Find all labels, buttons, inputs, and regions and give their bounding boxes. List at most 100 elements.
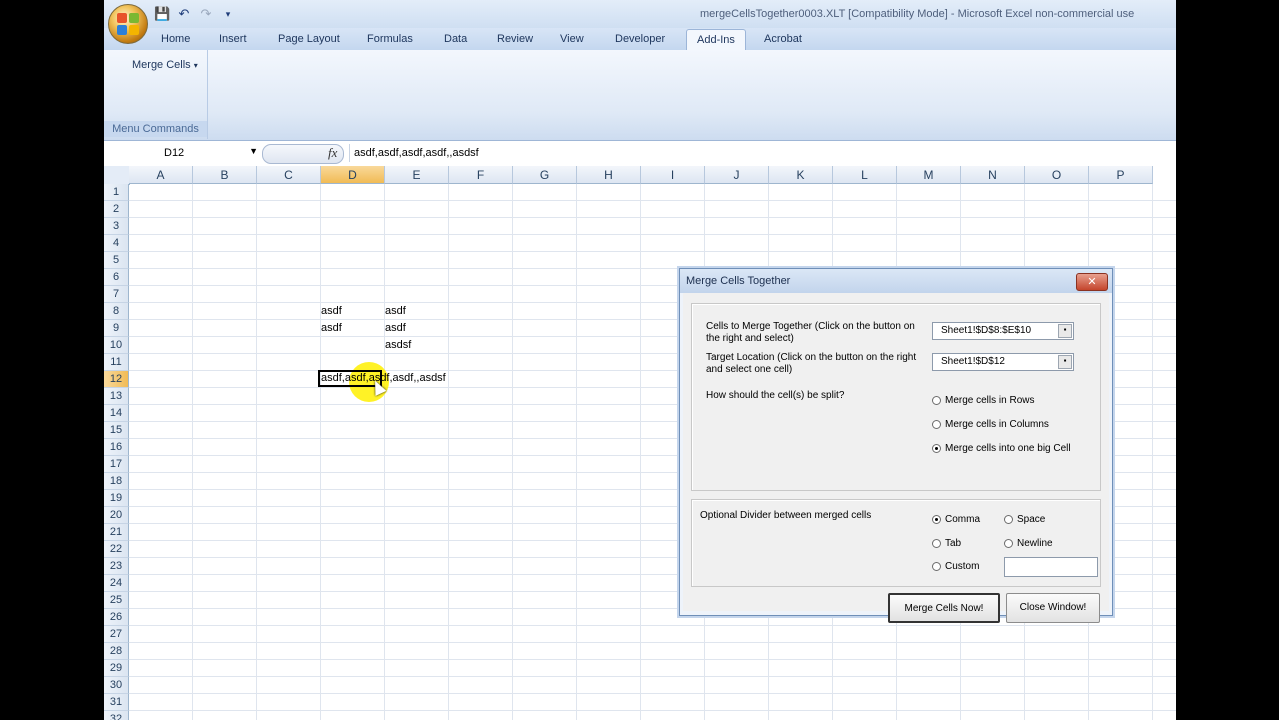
row-header-17[interactable]: 17 [104,456,129,473]
column-header-g[interactable]: G [513,166,577,184]
merge-cells-menu-button[interactable]: Merge Cells ▾ [132,59,198,71]
redo-icon[interactable]: ↷ [198,6,214,22]
row-header-22[interactable]: 22 [104,541,129,558]
close-window-button[interactable]: Close Window! [1006,593,1100,623]
tab-acrobat[interactable]: Acrobat [764,33,802,45]
row-header-5[interactable]: 5 [104,252,129,269]
column-header-d[interactable]: D [321,166,385,184]
tab-review[interactable]: Review [497,33,533,45]
select-target-button[interactable]: ▪ [1058,355,1072,369]
tab-add-ins[interactable]: Add-Ins [686,29,746,50]
tab-developer[interactable]: Developer [615,33,665,45]
divider-frame: Optional Divider between merged cells Co… [691,499,1101,587]
row-header-14[interactable]: 14 [104,405,129,422]
column-header-p[interactable]: P [1089,166,1153,184]
row-header-30[interactable]: 30 [104,677,129,694]
column-header-k[interactable]: K [769,166,833,184]
tab-formulas[interactable]: Formulas [367,33,413,45]
row-header-28[interactable]: 28 [104,643,129,660]
row-header-25[interactable]: 25 [104,592,129,609]
cell-e10[interactable]: asdsf [382,337,411,354]
row-header-6[interactable]: 6 [104,269,129,286]
close-icon[interactable]: ✕ [1076,273,1108,291]
column-header-n[interactable]: N [961,166,1025,184]
column-header-b[interactable]: B [193,166,257,184]
radio-comma[interactable]: Comma [932,514,980,525]
cell-d8[interactable]: asdf [318,303,342,320]
row-header-24[interactable]: 24 [104,575,129,592]
name-box[interactable]: D12 ▼ [108,144,258,162]
column-header-o[interactable]: O [1025,166,1089,184]
row-gridline [129,625,1176,626]
tab-home[interactable]: Home [161,33,190,45]
row-header-31[interactable]: 31 [104,694,129,711]
column-header-a[interactable]: A [129,166,193,184]
row-header-9[interactable]: 9 [104,320,129,337]
tab-insert[interactable]: Insert [219,33,247,45]
row-header-12[interactable]: 12 [104,371,129,388]
row-header-10[interactable]: 10 [104,337,129,354]
radio-merge-rows[interactable]: Merge cells in Rows [932,395,1034,406]
radio-custom[interactable]: Custom [932,561,979,572]
row-header-7[interactable]: 7 [104,286,129,303]
radio-tab[interactable]: Tab [932,538,961,549]
save-icon[interactable]: 💾 [154,6,170,22]
row-header-3[interactable]: 3 [104,218,129,235]
row-header-20[interactable]: 20 [104,507,129,524]
formula-input[interactable]: asdf,asdf,asdf,asdf,,asdsf [349,144,1174,162]
select-all-corner[interactable] [104,166,130,185]
customize-qat-icon[interactable]: ▾ [220,6,236,22]
cell-d12[interactable]: asdf,asdf,asdf,asdf,,asdsf [318,370,446,387]
row-header-15[interactable]: 15 [104,422,129,439]
tab-data[interactable]: Data [444,33,467,45]
cell-e8[interactable]: asdf [382,303,406,320]
column-header-h[interactable]: H [577,166,641,184]
column-header-c[interactable]: C [257,166,321,184]
function-icon[interactable]: fx [328,145,337,161]
row-header-19[interactable]: 19 [104,490,129,507]
radio-merge-one-cell[interactable]: Merge cells into one big Cell [932,443,1071,454]
row-header-8[interactable]: 8 [104,303,129,320]
select-range-button[interactable]: ▪ [1058,324,1072,338]
cell-d9[interactable]: asdf [318,320,342,337]
row-header-23[interactable]: 23 [104,558,129,575]
cells-to-merge-input[interactable]: Sheet1!$D$8:$E$10 ▪ [932,322,1074,340]
tab-page-layout[interactable]: Page Layout [278,33,340,45]
row-header-29[interactable]: 29 [104,660,129,677]
chevron-down-icon[interactable]: ▼ [249,146,258,156]
cell-e9[interactable]: asdf [382,320,406,337]
column-gridline [1152,184,1153,720]
row-header-32[interactable]: 32 [104,711,129,720]
column-header-f[interactable]: F [449,166,513,184]
column-header-e[interactable]: E [385,166,449,184]
row-header-1[interactable]: 1 [104,184,129,201]
radio-merge-columns[interactable]: Merge cells in Columns [932,419,1049,430]
worksheet-grid[interactable]: ABCDEFGHIJKLMNOP 1 2 3 4 5 6 7 8 9 10 11 12 13 14 15 16… [104,166,1176,720]
merge-cells-now-button[interactable]: Merge Cells Now! [888,593,1000,623]
row-header-27[interactable]: 27 [104,626,129,643]
quick-access-toolbar: 💾 ↶ ↷ ▾ [154,6,236,22]
radio-newline[interactable]: Newline [1004,538,1053,549]
radio-space[interactable]: Space [1004,514,1045,525]
row-header-26[interactable]: 26 [104,609,129,626]
column-header-l[interactable]: L [833,166,897,184]
column-header-j[interactable]: J [705,166,769,184]
row-header-4[interactable]: 4 [104,235,129,252]
target-location-input[interactable]: Sheet1!$D$12 ▪ [932,353,1074,371]
custom-divider-input[interactable] [1004,557,1098,577]
office-button[interactable] [108,4,148,44]
row-header-2[interactable]: 2 [104,201,129,218]
row-header-11[interactable]: 11 [104,354,129,371]
row-gridline [129,642,1176,643]
row-header-18[interactable]: 18 [104,473,129,490]
row-header-16[interactable]: 16 [104,439,129,456]
cells-to-merge-value: Sheet1!$D$8:$E$10 [941,325,1032,336]
row-header-21[interactable]: 21 [104,524,129,541]
title-bar: 💾 ↶ ↷ ▾ mergeCellsTogether0003.XLT [Comp… [104,0,1176,28]
tab-view[interactable]: View [560,33,584,45]
undo-icon[interactable]: ↶ [176,6,192,22]
column-header-i[interactable]: I [641,166,705,184]
row-header-13[interactable]: 13 [104,388,129,405]
column-header-m[interactable]: M [897,166,961,184]
chevron-down-icon: ▾ [193,61,198,70]
